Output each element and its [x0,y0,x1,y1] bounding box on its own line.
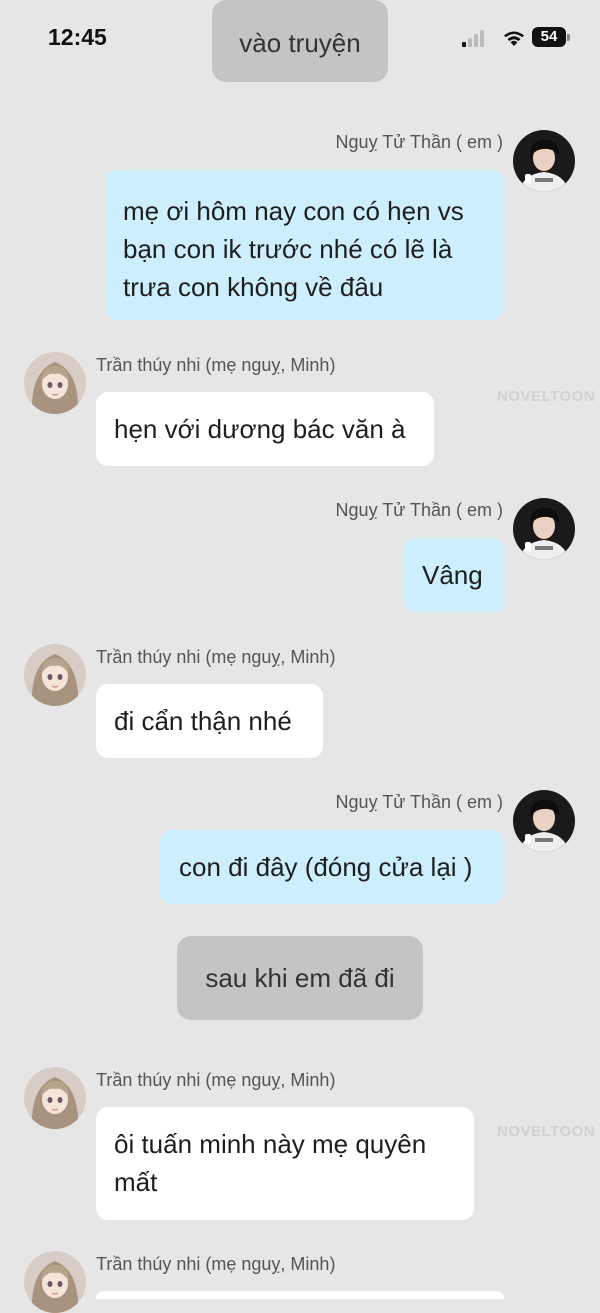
sender-name: Nguỵ Tử Thần ( em ) [335,500,503,520]
message-text: ôi tuấn minh này mẹ quyên mất [114,1129,427,1197]
message-bubble: ôi tuấn minh này mẹ quyên mất [96,1107,474,1220]
avatar[interactable] [24,644,86,706]
avatar[interactable] [513,130,575,192]
sender-name: Trần thúy nhi (mẹ nguỵ, Minh) [96,1254,336,1274]
narration-text: vào truyện [239,28,361,58]
avatar[interactable] [24,1067,86,1129]
sender-name: Nguỵ Tử Thần ( em ) [335,792,503,812]
wifi-icon [504,31,524,46]
narration-bubble: vào truyện [212,0,388,82]
sender-name: Trần thúy nhi (mẹ nguỵ, Minh) [96,1070,336,1090]
sender-name: Trần thúy nhi (mẹ nguỵ, Minh) [96,355,336,375]
message-text: mẹ ơi hôm nay con có hẹn vs bạn con ik t… [123,196,464,302]
message-bubble: Vâng [404,538,504,612]
sender-name: Nguỵ Tử Thần ( em ) [335,132,503,152]
message-bubble: hẹn với dương bác văn à [96,392,434,466]
avatar[interactable] [513,498,575,560]
sender-name: Trần thúy nhi (mẹ nguỵ, Minh) [96,647,336,667]
status-time: 12:45 [48,24,107,50]
message-bubble: đi cẩn thận nhé [96,684,323,758]
message-text: Vâng [422,560,483,590]
avatar[interactable] [24,1251,86,1313]
status-icons: 54 [462,27,572,49]
narration-text: sau khi em đã đi [205,963,395,993]
avatar[interactable] [513,790,575,852]
message-bubble: con đi đây (đóng cửa lại ) [160,830,504,904]
message-text: con đi đây (đóng cửa lại ) [179,852,473,882]
message-bubble [96,1291,504,1299]
battery-indicator: 54 [532,27,570,47]
message-text: hẹn với dương bác văn à [114,414,406,444]
message-bubble: mẹ ơi hôm nay con có hẹn vs bạn con ik t… [106,170,504,320]
signal-icon [462,27,490,47]
watermark: NOVELTOON [497,1123,596,1140]
watermark: NOVELTOON [497,388,596,405]
narration-bubble: sau khi em đã đi [177,936,423,1020]
message-text: đi cẩn thận nhé [114,706,292,736]
avatar[interactable] [24,352,86,414]
